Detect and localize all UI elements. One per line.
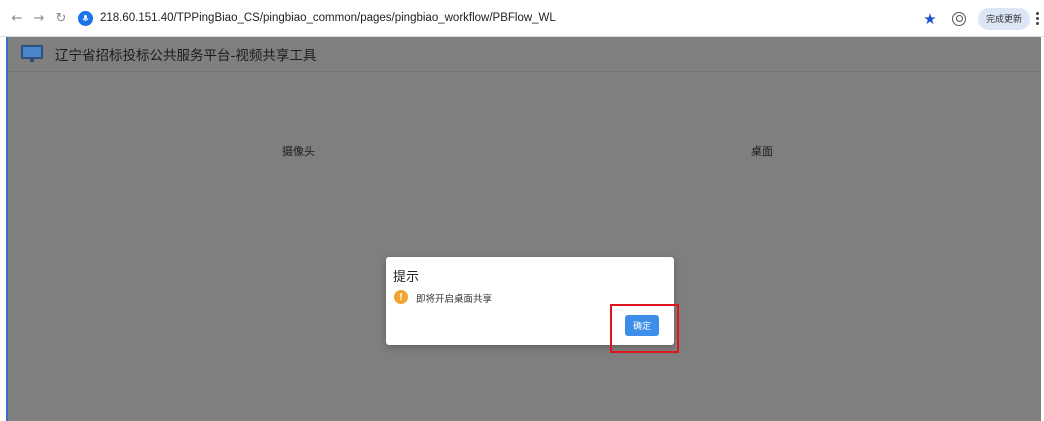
desktop-pane-label: 桌面 [751,145,773,158]
bookmark-star-icon[interactable]: ★ [920,10,940,28]
reload-icon[interactable]: ↻ [50,7,72,29]
update-button[interactable]: 完成更新 [977,7,1030,30]
url-text: 218.60.151.40/TPPingBiao_CS/pingbiao_com… [100,12,556,24]
profile-icon[interactable] [951,11,966,26]
highlight-box [610,304,679,353]
app-frame: 辽宁省招标投标公共服务平台-视频共享工具 摄像头 桌面 [6,37,1041,421]
app-logo-icon [21,45,43,62]
browser-toolbar: ← → ↻ 218.60.151.40/TPPingBiao_CS/pingbi… [0,0,1044,37]
more-menu-icon[interactable] [1032,12,1042,25]
back-arrow-icon[interactable]: ← [6,7,28,29]
address-bar[interactable]: 218.60.151.40/TPPingBiao_CS/pingbiao_com… [78,5,556,31]
forward-arrow-icon[interactable]: → [28,7,50,29]
dialog-title: 提示 [393,270,420,285]
site-info-icon[interactable] [78,10,93,26]
dialog-message: 即将开启桌面共享 [416,294,493,305]
app-title: 辽宁省招标投标公共服务平台-视频共享工具 [55,48,317,64]
app-header: 辽宁省招标投标公共服务平台-视频共享工具 [8,37,1041,72]
warning-icon: ! [394,290,408,304]
camera-pane-label: 摄像头 [282,145,315,158]
